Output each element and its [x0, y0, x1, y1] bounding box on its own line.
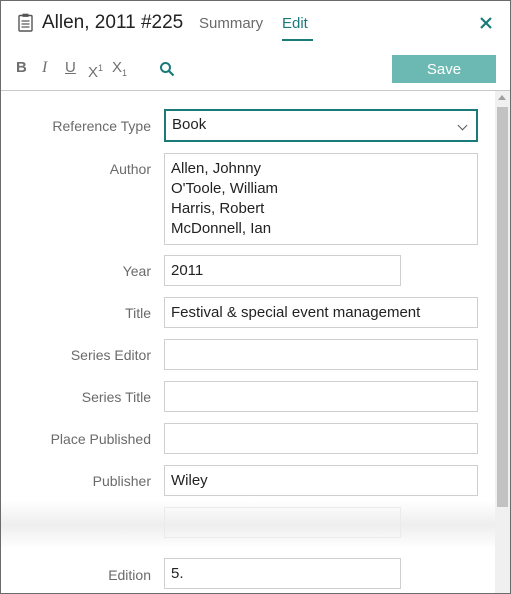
year-value: 2011: [171, 262, 204, 279]
subscript-button[interactable]: X1: [112, 59, 127, 82]
clipboard-icon: [18, 13, 33, 32]
author-entry: Allen, Johnny: [171, 160, 262, 177]
year-label: Year: [122, 263, 151, 279]
title-field[interactable]: Festival & special event management: [164, 297, 478, 328]
bold-button[interactable]: B: [16, 59, 27, 77]
title-label: Title: [125, 305, 151, 321]
author-label: Author: [109, 161, 151, 177]
edition-field[interactable]: 5.: [164, 558, 401, 589]
tab-summary[interactable]: Summary: [199, 15, 263, 32]
scrollbar-thumb[interactable]: [497, 107, 508, 507]
title-value: Festival & special event management: [171, 304, 421, 321]
superscript-letter: X: [88, 64, 99, 81]
author-entry: O'Toole, William: [171, 180, 279, 197]
publisher-label: Publisher: [92, 473, 151, 489]
series-title-label: Series Title: [81, 389, 151, 405]
subscript-mark: 1: [122, 68, 128, 78]
chevron-down-icon: [457, 120, 468, 131]
edition-value: 5.: [171, 565, 184, 582]
close-icon[interactable]: [478, 15, 494, 31]
place-published-label: Place Published: [50, 431, 151, 447]
panel-header: Allen, 2011 #225 Summary Edit: [1, 1, 510, 45]
reference-type-value: Book: [172, 116, 207, 133]
reference-type-select[interactable]: Book: [164, 109, 478, 142]
superscript-mark: 1: [98, 63, 104, 73]
subscript-letter: X: [112, 59, 123, 76]
reference-title: Allen, 2011 #225: [42, 12, 184, 33]
series-editor-field[interactable]: [164, 339, 478, 370]
series-editor-label: Series Editor: [70, 347, 151, 363]
vertical-scrollbar[interactable]: [495, 91, 510, 593]
formatting-toolbar: B I U X1 X1 Save: [1, 45, 510, 91]
save-button[interactable]: Save: [392, 55, 496, 83]
author-entry: McDonnell, Ian: [171, 220, 272, 237]
series-title-field[interactable]: [164, 381, 478, 412]
underline-button[interactable]: U: [65, 59, 76, 77]
publisher-value: Wiley: [171, 472, 208, 489]
superscript-button[interactable]: X1: [88, 59, 103, 82]
active-tab-indicator: [282, 39, 313, 41]
reference-type-label: Reference Type: [52, 118, 151, 134]
year-field[interactable]: 2011: [164, 255, 401, 286]
edition-label: Edition: [108, 567, 151, 583]
author-entry: Harris, Robert: [171, 200, 265, 217]
scroll-up-arrow-icon[interactable]: [498, 95, 506, 100]
author-field[interactable]: Allen, Johnny O'Toole, William Harris, R…: [164, 153, 478, 245]
reference-form: Reference Type Book Author Allen, Johnny…: [1, 91, 495, 593]
search-icon[interactable]: [159, 61, 175, 77]
place-published-field[interactable]: [164, 423, 478, 454]
reference-editor-panel: Allen, 2011 #225 Summary Edit B I U X1 X…: [0, 0, 511, 594]
publisher-field[interactable]: Wiley: [164, 465, 478, 496]
volume-field[interactable]: [164, 507, 401, 538]
tab-edit[interactable]: Edit: [282, 15, 308, 32]
italic-button[interactable]: I: [42, 59, 47, 77]
